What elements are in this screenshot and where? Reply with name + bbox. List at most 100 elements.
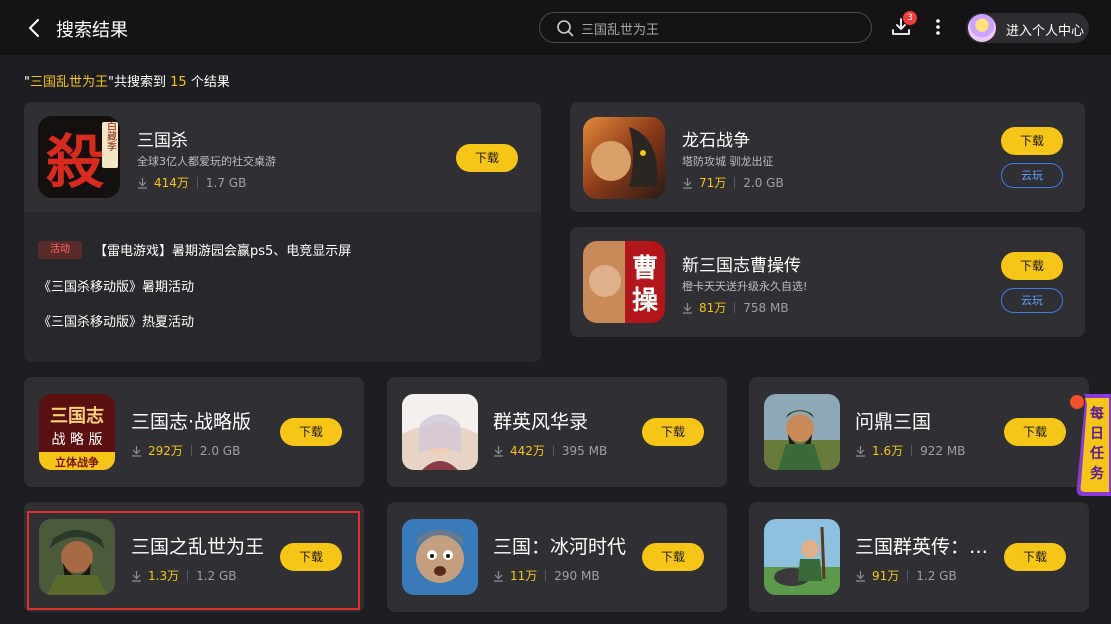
- app-card[interactable]: 龙石战争 塔防攻城 驯龙出征 71万 2.0 GB 下载 云玩: [570, 102, 1085, 212]
- daily-task-widget[interactable]: 每 日 任 务: [1069, 390, 1111, 500]
- divider: [196, 177, 198, 188]
- app-card[interactable]: 问鼎三国 1.6万 922 MB 下载: [749, 377, 1089, 487]
- svg-text:白藏季: 白藏季: [105, 120, 117, 152]
- download-button[interactable]: 下载: [280, 418, 342, 446]
- download-count: 11万: [510, 569, 538, 583]
- svg-text:战 略 版: 战 略 版: [52, 432, 103, 448]
- app-size: 2.0 GB: [743, 175, 784, 190]
- svg-text:曹: 曹: [632, 254, 658, 284]
- download-button[interactable]: 下载: [1004, 543, 1066, 571]
- app-size: 290 MB: [554, 568, 600, 583]
- cloud-play-button[interactable]: 云玩: [1001, 163, 1063, 188]
- avatar: [968, 14, 996, 42]
- svg-text:殺: 殺: [46, 128, 104, 196]
- app-size: 922 MB: [920, 443, 966, 458]
- download-count-icon: [856, 445, 865, 457]
- app-size: 1.2 GB: [916, 568, 957, 583]
- result-summary: "三国乱世为王"共搜索到 15 个结果: [24, 71, 230, 90]
- event-title: 《三国杀移动版》热夏活动: [38, 315, 195, 330]
- app-card[interactable]: 三国群英传：… 91万 1.2 GB 下载: [749, 502, 1089, 612]
- download-button[interactable]: 下载: [642, 543, 704, 571]
- app-stats: 414万 1.7 GB: [137, 174, 246, 191]
- download-button[interactable]: 下载: [280, 543, 342, 571]
- svg-text:每: 每: [1090, 405, 1104, 422]
- app-name: 三国群英传：…: [855, 536, 989, 558]
- dragon-game-icon: [583, 117, 665, 199]
- download-count: 414万: [154, 176, 189, 190]
- app-card[interactable]: 三国志 战 略 版 立体战争 三国志·战略版 292万 2.0 GB 下载: [24, 377, 364, 487]
- app-icon-wending: [764, 394, 840, 470]
- app-name: 三国志·战略版: [131, 411, 252, 433]
- more-options-icon[interactable]: [928, 16, 948, 38]
- user-center-button[interactable]: 进入个人中心: [966, 13, 1089, 43]
- download-count-badge: 3: [903, 11, 917, 25]
- chevron-left-icon: [29, 19, 39, 37]
- event-list: 活动 【雷电游戏】暑期游园会赢ps5、电竞显示屏 《三国杀移动版》暑期活动 《三…: [24, 212, 541, 362]
- app-name: 新三国志曹操传: [682, 256, 801, 276]
- app-card[interactable]: 三国：冰河时代 11万 290 MB 下载: [387, 502, 727, 612]
- app-icon-luanshi: [39, 519, 115, 595]
- divider: [545, 570, 547, 581]
- app-icon-sanguozhi: 三国志 战 略 版 立体战争: [39, 394, 115, 470]
- app-icon-qunyingzhuan: [764, 519, 840, 595]
- svg-text:务: 务: [1090, 465, 1105, 482]
- download-button[interactable]: 下载: [1001, 252, 1063, 280]
- download-count: 1.3万: [148, 569, 180, 583]
- download-count: 292万: [148, 444, 183, 458]
- top-bar: 搜索结果 三国乱世为王 3 进入个人中心: [0, 0, 1111, 55]
- qunying-game-icon: [402, 394, 478, 470]
- svg-text:三国志: 三国志: [50, 405, 104, 427]
- app-stats: 91万 1.2 GB: [855, 567, 957, 584]
- event-item[interactable]: 活动 【雷电游戏】暑期游园会赢ps5、电竞显示屏: [38, 240, 351, 259]
- download-button[interactable]: 下载: [456, 144, 518, 172]
- daily-task-badge-icon: 每 日 任 务: [1070, 394, 1111, 496]
- cao-cao-game-icon: 曹 操: [583, 241, 665, 323]
- download-button[interactable]: 下载: [642, 418, 704, 446]
- binghe-game-icon: [402, 519, 478, 595]
- download-count-icon: [494, 570, 503, 582]
- download-button[interactable]: 下载: [1001, 127, 1063, 155]
- search-icon: [557, 20, 574, 37]
- app-icon-cao-cao: 曹 操: [583, 241, 665, 323]
- svg-text:操: 操: [632, 286, 659, 316]
- app-stats: 1.6万 922 MB: [855, 442, 965, 459]
- wending-game-icon: [764, 394, 840, 470]
- app-size: 758 MB: [743, 300, 789, 315]
- download-count-icon: [683, 177, 692, 189]
- search-input[interactable]: 三国乱世为王: [539, 12, 872, 43]
- event-title: 【雷电游戏】暑期游园会赢ps5、电竞显示屏: [94, 244, 352, 259]
- app-stats: 81万 758 MB: [682, 299, 789, 316]
- back-button[interactable]: [22, 14, 46, 42]
- event-item[interactable]: 《三国杀移动版》暑期活动: [38, 276, 194, 295]
- event-title: 《三国杀移动版》暑期活动: [38, 280, 195, 295]
- divider: [734, 302, 736, 313]
- event-item[interactable]: 《三国杀移动版》热夏活动: [38, 311, 194, 330]
- app-card[interactable]: 三国之乱世为王 1.3万 1.2 GB 下载: [24, 502, 364, 612]
- divider: [911, 445, 913, 456]
- divider: [187, 570, 189, 581]
- download-count-icon: [138, 177, 147, 189]
- app-size: 395 MB: [561, 443, 608, 458]
- app-stats: 71万 2.0 GB: [682, 174, 784, 191]
- app-stats: 11万 290 MB: [493, 567, 600, 584]
- search-query-text[interactable]: 三国乱世为王: [581, 19, 659, 38]
- app-icon-qunying: [402, 394, 478, 470]
- svg-text:日: 日: [1090, 426, 1104, 442]
- download-count-icon: [494, 445, 503, 457]
- summary-text-mid: 共搜索到: [113, 75, 166, 90]
- app-card[interactable]: 群英风华录 442万 395 MB 下载: [387, 377, 727, 487]
- app-size: 1.2 GB: [196, 568, 237, 583]
- download-button[interactable]: 下载: [1004, 418, 1066, 446]
- download-count: 91万: [872, 569, 900, 583]
- svg-text:任: 任: [1089, 445, 1104, 462]
- featured-app-card[interactable]: 殺 白藏季 三国杀 全球3亿人都爱玩的社交桌游 414万 1.7 GB 下载 活…: [24, 102, 541, 362]
- download-count-icon: [856, 570, 865, 582]
- svg-text:立体战争: 立体战争: [55, 455, 99, 469]
- app-icon-dragon-war: [583, 117, 665, 199]
- app-card[interactable]: 曹 操 新三国志曹操传 橙卡天天送升级永久自选! 81万 758 MB 下载 云…: [570, 227, 1085, 337]
- app-icon-binghe: [402, 519, 478, 595]
- download-count: 81万: [699, 301, 727, 315]
- cloud-play-button[interactable]: 云玩: [1001, 288, 1063, 313]
- download-count-icon: [132, 570, 141, 582]
- event-tag: 活动: [38, 240, 82, 259]
